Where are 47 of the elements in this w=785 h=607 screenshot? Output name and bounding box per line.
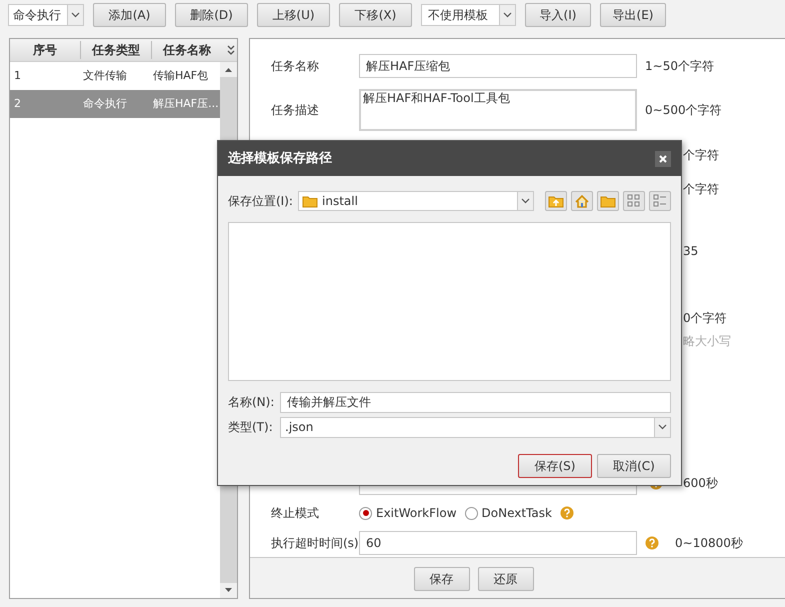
button[interactable]: 取消(C) <box>597 454 671 478</box>
table-cell-text: 文件传输 <box>82 68 128 84</box>
field-label: 任务描述 <box>271 102 320 119</box>
hint-text: 0~10800秒 <box>675 535 743 552</box>
field-label: 保存位置(I): <box>228 193 294 210</box>
button[interactable]: 下移(X) <box>339 3 412 27</box>
table-cell-text: 传输HAF包 <box>152 68 210 84</box>
field-label: 终止模式 <box>271 505 320 522</box>
hint-text: 个字符 <box>683 147 720 164</box>
table-cell-text: 解压HAF压... <box>152 96 220 112</box>
file-name-field[interactable]: 传输并解压文件 <box>280 392 671 412</box>
button[interactable]: 还原 <box>478 567 534 591</box>
input-field[interactable]: 解压HAF压缩包 <box>359 54 637 78</box>
hint-text: 略大小写 <box>683 333 732 350</box>
template-select[interactable]: 不使用模板 <box>421 4 516 26</box>
task-type-select[interactable]: 命令执行 <box>8 4 84 26</box>
button[interactable]: 保存 <box>414 567 470 591</box>
dialog-title: 选择模板保存路径 <box>228 150 332 168</box>
button[interactable]: 添加(A) <box>93 3 166 27</box>
input-field[interactable]: 60 <box>359 531 637 555</box>
hint-text: 35 <box>683 243 700 260</box>
radio-option[interactable]: ExitWorkFlow <box>359 504 457 522</box>
field-label: 执行超时时间(s) <box>271 535 359 552</box>
radio-option[interactable]: DoNextTask <box>464 504 552 522</box>
button[interactable]: 导出(E) <box>600 3 666 27</box>
table-cell-text: 1 <box>13 68 22 84</box>
textarea-field[interactable]: 解压HAF和HAF-Tool工具包 <box>359 89 637 131</box>
field-label: 类型(T): <box>228 419 274 436</box>
button[interactable]: 删除(D) <box>175 3 248 27</box>
field-label: 名称(N): <box>228 394 276 411</box>
table-row[interactable]: 1 文件传输 传输HAF包 <box>10 62 220 90</box>
button[interactable]: 上移(U) <box>257 3 330 27</box>
hint-text: 1~50个字符 <box>645 58 714 75</box>
button[interactable]: 导入(I) <box>525 3 591 27</box>
field-label: 任务名称 <box>271 58 320 75</box>
location-select[interactable]: install <box>298 191 534 211</box>
column-header[interactable]: 序号 <box>10 41 80 59</box>
table-cell-text: 2 <box>13 96 22 112</box>
column-header[interactable]: 任务类型 <box>80 41 151 59</box>
file-type-select[interactable]: .json <box>280 416 671 438</box>
table-cell-text: 命令执行 <box>82 96 128 112</box>
hint-text: 0~500个字符 <box>645 102 722 119</box>
button[interactable]: 保存(S) <box>518 454 592 478</box>
hint-text: 600秒 <box>683 475 718 492</box>
hint-text: 个字符 <box>683 181 720 198</box>
column-header[interactable]: 任务名称 <box>151 41 222 59</box>
hint-text: 0个字符 <box>683 310 728 327</box>
